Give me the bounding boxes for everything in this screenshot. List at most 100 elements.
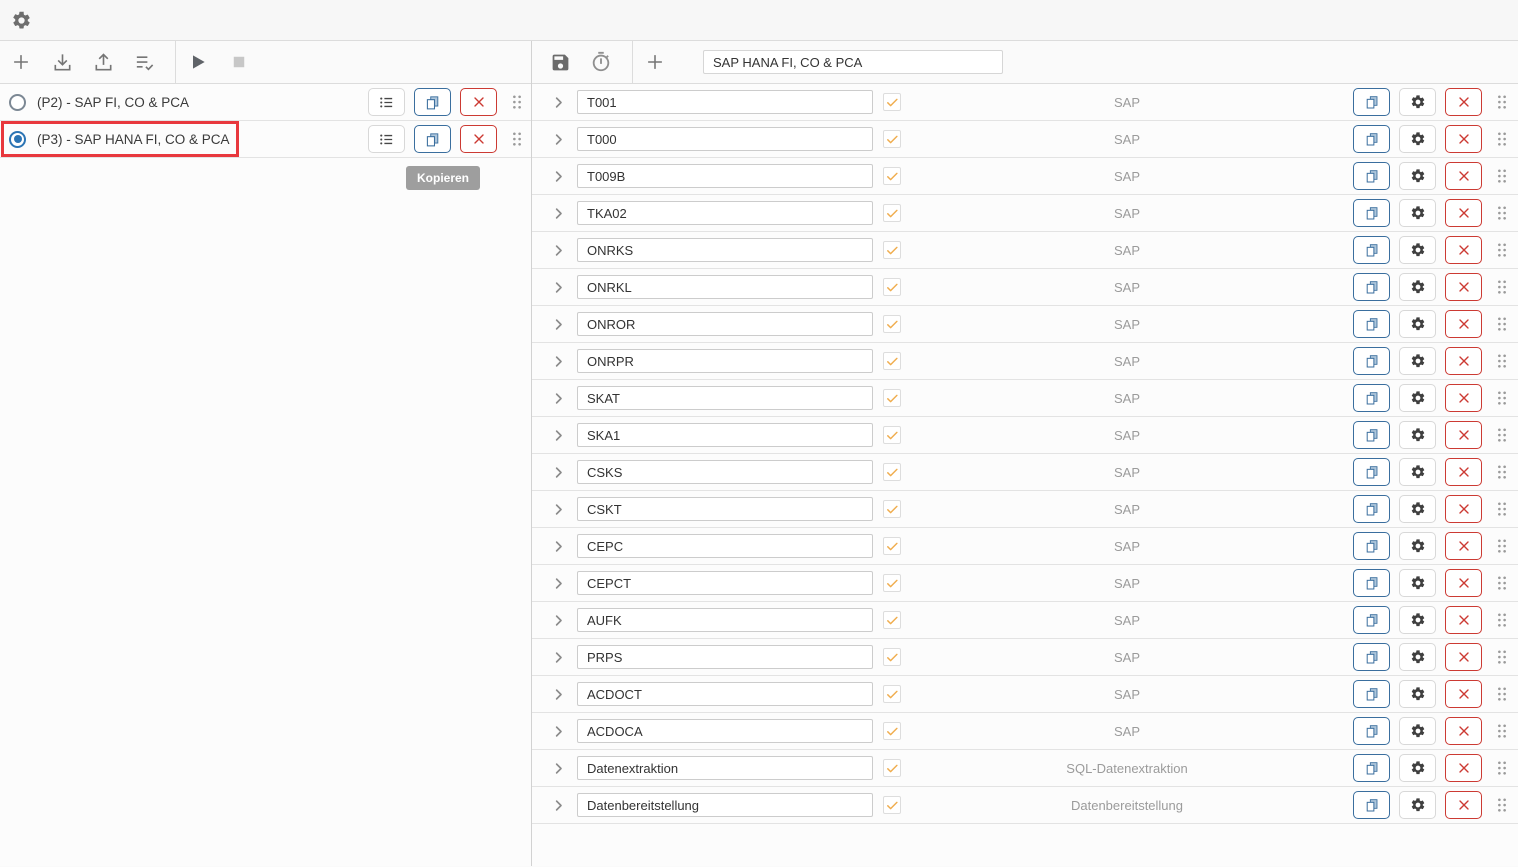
expand-button[interactable]	[548, 280, 568, 295]
process-details-button[interactable]	[368, 125, 405, 153]
drag-handle[interactable]	[1494, 130, 1510, 148]
table-name-input[interactable]	[577, 164, 873, 188]
settings-button[interactable]	[10, 9, 32, 31]
drag-handle[interactable]	[1494, 389, 1510, 407]
drag-handle[interactable]	[1494, 611, 1510, 629]
row-settings-button[interactable]	[1399, 791, 1436, 819]
expand-button[interactable]	[548, 465, 568, 480]
expand-button[interactable]	[548, 243, 568, 258]
import-button[interactable]	[50, 50, 74, 74]
delete-row-button[interactable]	[1445, 495, 1482, 523]
row-settings-button[interactable]	[1399, 88, 1436, 116]
table-name-input[interactable]	[577, 534, 873, 558]
row-settings-button[interactable]	[1399, 606, 1436, 634]
copy-row-button[interactable]	[1353, 569, 1390, 597]
expand-button[interactable]	[548, 613, 568, 628]
delete-row-button[interactable]	[1445, 310, 1482, 338]
table-name-input[interactable]	[577, 719, 873, 743]
delete-process-button[interactable]	[460, 125, 497, 153]
table-name-input[interactable]	[577, 275, 873, 299]
active-checkbox[interactable]	[883, 722, 901, 740]
delete-row-button[interactable]	[1445, 273, 1482, 301]
copy-row-button[interactable]	[1353, 162, 1390, 190]
active-checkbox[interactable]	[883, 315, 901, 333]
drag-handle[interactable]	[509, 93, 525, 111]
table-name-input[interactable]	[577, 645, 873, 669]
row-settings-button[interactable]	[1399, 310, 1436, 338]
drag-handle[interactable]	[1494, 685, 1510, 703]
active-checkbox[interactable]	[883, 352, 901, 370]
copy-row-button[interactable]	[1353, 754, 1390, 782]
delete-row-button[interactable]	[1445, 421, 1482, 449]
copy-row-button[interactable]	[1353, 347, 1390, 375]
delete-row-button[interactable]	[1445, 236, 1482, 264]
table-name-input[interactable]	[577, 497, 873, 521]
drag-handle[interactable]	[1494, 352, 1510, 370]
row-settings-button[interactable]	[1399, 717, 1436, 745]
drag-handle[interactable]	[1494, 796, 1510, 814]
drag-handle[interactable]	[1494, 648, 1510, 666]
delete-row-button[interactable]	[1445, 643, 1482, 671]
process-radio[interactable]	[9, 94, 26, 111]
process-details-button[interactable]	[368, 88, 405, 116]
active-checkbox[interactable]	[883, 685, 901, 703]
active-checkbox[interactable]	[883, 648, 901, 666]
row-settings-button[interactable]	[1399, 495, 1436, 523]
delete-process-button[interactable]	[460, 88, 497, 116]
active-checkbox[interactable]	[883, 241, 901, 259]
active-checkbox[interactable]	[883, 389, 901, 407]
table-name-input[interactable]	[577, 571, 873, 595]
active-checkbox[interactable]	[883, 611, 901, 629]
table-name-input[interactable]	[577, 312, 873, 336]
active-checkbox[interactable]	[883, 204, 901, 222]
table-name-input[interactable]	[577, 608, 873, 632]
expand-button[interactable]	[548, 539, 568, 554]
copy-process-button[interactable]	[414, 88, 451, 116]
row-settings-button[interactable]	[1399, 199, 1436, 227]
table-name-input[interactable]	[577, 201, 873, 225]
delete-row-button[interactable]	[1445, 88, 1482, 116]
copy-row-button[interactable]	[1353, 199, 1390, 227]
expand-button[interactable]	[548, 502, 568, 517]
copy-row-button[interactable]	[1353, 495, 1390, 523]
copy-row-button[interactable]	[1353, 125, 1390, 153]
copy-process-button[interactable]	[414, 125, 451, 153]
active-checkbox[interactable]	[883, 426, 901, 444]
delete-row-button[interactable]	[1445, 532, 1482, 560]
schedule-button[interactable]	[589, 50, 613, 74]
row-settings-button[interactable]	[1399, 754, 1436, 782]
table-name-input[interactable]	[577, 238, 873, 262]
copy-row-button[interactable]	[1353, 310, 1390, 338]
process-label[interactable]: (P2) - SAP FI, CO & PCA	[37, 95, 189, 110]
drag-handle[interactable]	[1494, 93, 1510, 111]
delete-row-button[interactable]	[1445, 199, 1482, 227]
delete-row-button[interactable]	[1445, 569, 1482, 597]
expand-button[interactable]	[548, 687, 568, 702]
run-button[interactable]	[186, 50, 210, 74]
row-settings-button[interactable]	[1399, 347, 1436, 375]
table-name-input[interactable]	[577, 682, 873, 706]
expand-button[interactable]	[548, 95, 568, 110]
copy-row-button[interactable]	[1353, 88, 1390, 116]
active-checkbox[interactable]	[883, 93, 901, 111]
drag-handle[interactable]	[1494, 426, 1510, 444]
active-checkbox[interactable]	[883, 537, 901, 555]
save-button[interactable]	[548, 50, 572, 74]
delete-row-button[interactable]	[1445, 347, 1482, 375]
active-checkbox[interactable]	[883, 759, 901, 777]
drag-handle[interactable]	[1494, 574, 1510, 592]
expand-button[interactable]	[548, 798, 568, 813]
row-settings-button[interactable]	[1399, 236, 1436, 264]
row-settings-button[interactable]	[1399, 532, 1436, 560]
validate-button[interactable]	[132, 50, 156, 74]
delete-row-button[interactable]	[1445, 754, 1482, 782]
row-settings-button[interactable]	[1399, 125, 1436, 153]
drag-handle[interactable]	[1494, 500, 1510, 518]
delete-row-button[interactable]	[1445, 791, 1482, 819]
expand-button[interactable]	[548, 169, 568, 184]
expand-button[interactable]	[548, 317, 568, 332]
drag-handle[interactable]	[1494, 722, 1510, 740]
drag-handle[interactable]	[509, 130, 525, 148]
table-name-input[interactable]	[577, 90, 873, 114]
active-checkbox[interactable]	[883, 500, 901, 518]
